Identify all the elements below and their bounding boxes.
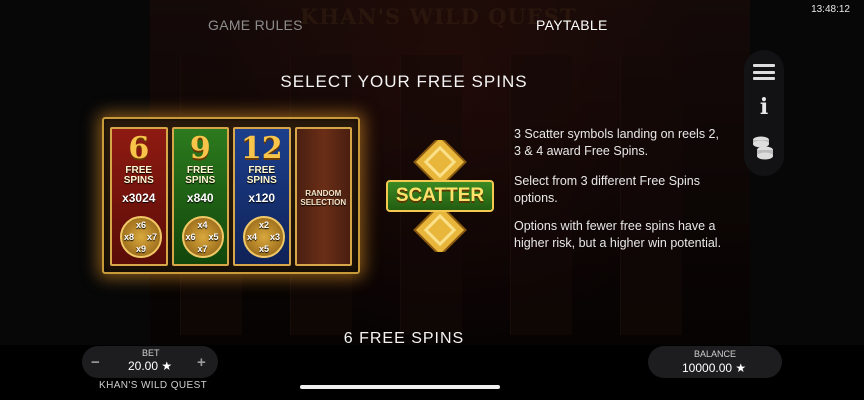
status-time: 13:48:12: [811, 4, 850, 15]
max-multiplier: x840: [186, 190, 214, 205]
free-spins-options: 6 FREE SPINS x3024 x6 x8 x7 x9 9 FREE SP…: [102, 117, 360, 274]
balance-label: BALANCE: [694, 349, 737, 359]
medallion-value: x6: [185, 232, 196, 242]
medallion-value: x7: [197, 244, 208, 254]
medallion-value: x4: [247, 232, 258, 242]
free-spins-option-6[interactable]: 6 FREE SPINS x3024 x6 x8 x7 x9: [110, 127, 168, 266]
description-text: Options with fewer free spins have a hig…: [514, 219, 722, 250]
spins-label: FREE SPINS: [123, 164, 154, 186]
coins-icon[interactable]: [751, 134, 777, 162]
spins-count: 6: [128, 131, 150, 166]
tab-game-rules[interactable]: GAME RULES: [208, 17, 303, 33]
game-name: KHAN'S WILD QUEST: [99, 380, 208, 391]
medallion-value: x4: [197, 220, 208, 230]
free-spins-option-12[interactable]: 12 FREE SPINS x120 x2 x4 x3 x5: [233, 127, 291, 266]
scatter-symbol: SCATTER: [382, 135, 498, 257]
description-text: 3 Scatter symbols landing on reels 2, 3 …: [514, 127, 719, 158]
balance-value: 10000.00 ★: [682, 361, 747, 375]
medallion-value: x5: [208, 232, 219, 242]
info-icon[interactable]: i: [760, 96, 768, 118]
side-menu: i: [744, 50, 784, 176]
description-text: Select from 3 different Free Spins optio…: [514, 174, 700, 205]
scatter-label: SCATTER: [386, 180, 494, 212]
spins-count: 9: [189, 131, 211, 166]
random-selection-label: RANDOM SELECTION: [300, 189, 347, 208]
section-subheading: 6 FREE SPINS: [343, 330, 465, 344]
spins-count: 12: [240, 131, 283, 166]
multiplier-medallion: x4 x6 x5 x7: [181, 216, 224, 258]
paytable-heading: SELECT YOUR FREE SPINS: [280, 72, 528, 91]
free-spins-option-random[interactable]: RANDOM SELECTION: [294, 127, 352, 266]
max-multiplier: x3024: [122, 190, 156, 205]
max-multiplier: x120: [248, 190, 276, 205]
medallion-value: x9: [136, 244, 147, 254]
multiplier-medallion: x2 x4 x3 x5: [243, 216, 285, 258]
bet-value: 20.00 ★: [128, 359, 173, 373]
multiplier-medallion: x6 x8 x7 x9: [120, 216, 162, 258]
spins-label: FREE SPINS: [185, 164, 216, 186]
medallion-value: x7: [147, 232, 158, 242]
medallion-value: x5: [259, 244, 270, 254]
free-spins-option-9[interactable]: 9 FREE SPINS x840 x4 x6 x5 x7: [171, 127, 229, 266]
tab-paytable[interactable]: PAYTABLE: [536, 17, 608, 33]
medallion-value: x8: [124, 232, 135, 242]
decrease-bet-button[interactable]: −: [91, 354, 100, 371]
medallion-value: x6: [136, 220, 147, 230]
increase-bet-button[interactable]: +: [197, 354, 206, 371]
medallion-value: x2: [259, 220, 270, 230]
medallion-value: x3: [270, 232, 281, 242]
spins-label: FREE SPINS: [246, 164, 277, 186]
home-indicator[interactable]: [300, 385, 500, 389]
bet-label: BET: [142, 348, 160, 358]
